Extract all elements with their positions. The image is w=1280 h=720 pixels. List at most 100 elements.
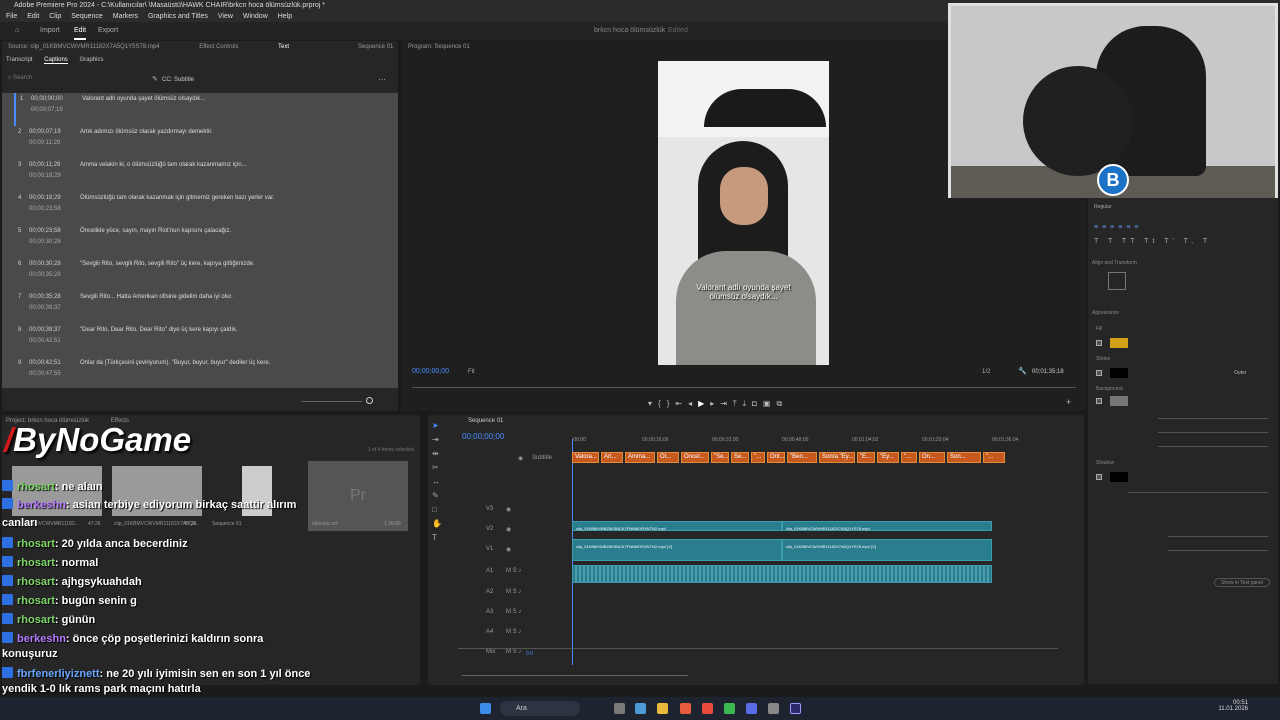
caption-clip[interactable]: Valora... [572,452,599,463]
step-back-icon[interactable]: ◂ [688,399,698,408]
caption-clip[interactable]: Onl... [767,452,785,463]
caption-clip[interactable]: "... [983,452,1005,463]
stroke-color-swatch[interactable] [1110,368,1128,378]
caption-start[interactable]: 00;00;07;19 [29,129,61,135]
caption-row[interactable]: 6 00;00;30;28 00;00;35;28 "Sevgili Rito, se… [14,258,388,291]
track-label[interactable]: A2 [486,589,493,595]
caption-text[interactable]: Amma velakin ki, o ölümsüzlüğü tam olara… [80,162,247,168]
align-buttons[interactable]: ≡≡≡≡≡≡ [1094,224,1143,231]
caption-row[interactable]: 3 00;00;11;29 00;00;18;29 Amma velakin ki, … [14,159,388,192]
caption-row[interactable]: 9 00;00;42;51 00;00;47;55 Onlar da (Türkçes… [14,357,388,390]
shadow-checkbox[interactable] [1096,474,1102,480]
menu-file[interactable]: File [6,13,17,20]
caption-text[interactable]: "Dear Rito, Dear Rito, Dear Rito" diye ü… [80,327,238,333]
tab-graphics[interactable]: Graphics [79,57,103,63]
caption-text[interactable]: Valorant adlı oyunda şayet ölümsüz olsay… [82,96,205,102]
caption-row[interactable]: 2 00;00;07;19 00;00;11;29 Artık adımızı ölü… [14,126,388,159]
taskbar-clock[interactable]: 00:51 11.01.2026 [1210,700,1248,712]
track-label[interactable]: V3 [486,506,493,512]
caption-end[interactable]: 00;00;07;19 [31,107,63,113]
track-label[interactable]: V1 [486,546,493,552]
task-view-icon[interactable] [614,703,625,714]
caption-clip[interactable]: Öncel... [681,452,709,463]
brave-icon[interactable] [702,703,713,714]
caption-start[interactable]: 00;00;23;58 [29,228,61,234]
in-point-icon[interactable]: { [658,399,667,408]
caption-clip[interactable]: "Ey... [877,452,899,463]
background-checkbox[interactable] [1096,398,1102,404]
tab-sequence[interactable]: Sequence 01 [358,41,393,53]
tab-transcript[interactable]: Transcript [6,57,32,63]
menu-help[interactable]: Help [278,13,292,20]
caption-start[interactable]: 00;00;11;29 [29,162,60,168]
caption-row[interactable]: 1 00;00;00;00 00;00;07;19 Valorant adlı oyu… [14,93,388,126]
caption-clip[interactable]: "... [901,452,917,463]
caption-clip[interactable]: "... [751,452,765,463]
v2-clip-2[interactable]: clip_01KBMVCWVMR11182X7A5Q1YS78.mp4 [782,521,992,531]
file-explorer-icon[interactable] [657,703,668,714]
v2-clip-1[interactable]: clip_01KBMVWBZ6K5NCK7FNNMDRXNTN2.mp4 [572,521,782,531]
fit-dropdown[interactable]: Fit [468,369,475,375]
shadow-blur-slider[interactable] [1168,550,1268,551]
caption-text[interactable]: Onlar da (Türkçesini çeviriyorum), "Buyu… [80,360,270,366]
fill-checkbox[interactable] [1096,340,1102,346]
fill-color-swatch[interactable] [1110,338,1128,348]
eye-icon[interactable]: ◉ [506,526,511,533]
mute-solo-icon[interactable]: M S ♪ [506,649,521,655]
track-label[interactable]: Subtitle [532,455,552,461]
pen-tool-icon[interactable]: ✎ [432,489,444,503]
caption-row[interactable]: 8 00;00;39;37 00;00;42;51 "Dear Rito, Dear … [14,324,388,357]
settings-icon[interactable] [768,703,779,714]
zoom-knob[interactable] [366,397,373,404]
caption-start[interactable]: 00;00;30;28 [29,261,61,267]
hand-tool-icon[interactable]: ✋ [432,517,444,531]
eye-icon[interactable]: ◉ [518,455,523,462]
caption-row[interactable]: 7 00;00;35;28 00;00;39;37 Sevgili Rito... H… [14,291,388,324]
menu-window[interactable]: Window [243,13,268,20]
home-icon[interactable]: ⌂ [15,22,19,40]
caption-end[interactable]: 00;00;42;51 [29,338,61,344]
v1-clip-1[interactable]: clip_01KBMVWBZ6K5NCK7FNNMDRXNTN2.mp4 [V] [572,539,782,561]
caption-start[interactable]: 00;00;18;29 [29,195,61,201]
caption-clip[interactable]: Amma... [625,452,655,463]
type-tool-icon[interactable]: T [432,531,444,545]
caption-clip[interactable]: "Ben... [787,452,817,463]
shadow-size-slider[interactable] [1168,536,1268,537]
font-style-dropdown[interactable]: Regular [1094,204,1112,210]
export-frame-icon[interactable]: ⧉ [776,399,788,408]
background-opacity-slider[interactable] [1158,418,1268,419]
caption-row[interactable]: 5 00;00;23;58 00;00;30;28 Öncelikle yüce, s… [14,225,388,258]
caption-end[interactable]: 00;00;35;28 [29,272,61,278]
caption-text[interactable]: Artık adımızı ölümsüz olarak yazdırmayı … [80,129,213,135]
taskbar-search[interactable]: Ara [500,701,580,716]
menu-clip[interactable]: Clip [49,13,61,20]
stroke-position-dropdown[interactable]: Outer [1234,370,1247,376]
tab-text[interactable]: Text [278,44,289,50]
quality-dropdown[interactable]: 1/2 [982,369,990,375]
video-frame[interactable]: Valorant adlı oyunda şayet ölümsüz olsay… [658,61,829,365]
caption-end[interactable]: 00;00;18;29 [29,173,61,179]
camera-icon[interactable]: ◘ [752,399,763,408]
caption-track-name[interactable]: CC: Subtitle [162,77,194,83]
caption-end[interactable]: 00;00;23;58 [29,206,61,212]
chrome-icon[interactable] [680,703,691,714]
time-ruler[interactable]: :00;00 00;00;16;00 00;00;32;00 00;00;48;00 0… [572,437,1072,447]
menu-markers[interactable]: Markers [113,13,138,20]
track-label[interactable]: A3 [486,609,493,615]
caption-text[interactable]: "Sevgili Rito, sevgili Rito, sevgili Rit… [80,261,255,267]
menu-edit[interactable]: Edit [27,13,39,20]
rectangle-tool-icon[interactable]: □ [432,503,444,517]
caption-text[interactable]: Ölümsüzlüğü tam olarak kazanmak için git… [80,195,274,201]
mute-solo-icon[interactable]: M S ♪ [506,589,521,595]
caption-text[interactable]: Sevgili Rito... Hatta Amerikan ofisine g… [80,294,233,300]
caption-end[interactable]: 00;00;30;28 [29,239,61,245]
a1-audio-clip[interactable] [572,565,992,583]
selection-tool-icon[interactable]: ➤ [432,419,444,433]
mute-solo-icon[interactable]: M S ♪ [506,609,521,615]
background-color-swatch[interactable] [1110,396,1128,406]
mute-solo-icon[interactable]: M S ♪ [506,629,521,635]
search-field[interactable]: ⌕ Search [8,75,88,85]
caption-clip[interactable]: "E... [857,452,875,463]
zoom-slider[interactable] [302,401,362,402]
caption-end[interactable]: 00;00;39;37 [29,305,61,311]
